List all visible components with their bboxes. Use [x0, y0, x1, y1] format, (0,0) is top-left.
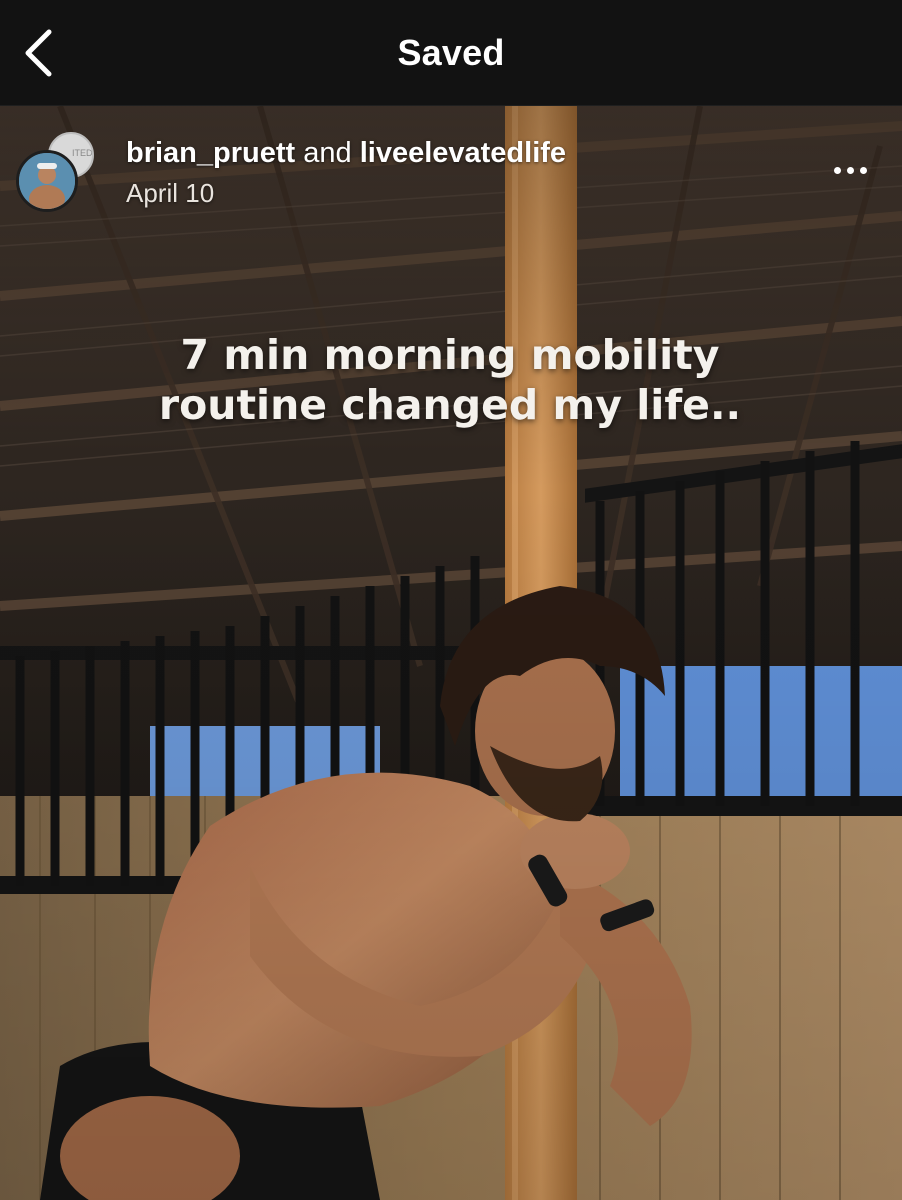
post-authors: brian_pruett and liveelevatedlife [126, 136, 566, 170]
more-horizontal-icon [833, 166, 867, 174]
more-options-button[interactable] [822, 148, 878, 192]
post-media[interactable] [0, 106, 902, 1200]
collaborator-username[interactable]: liveelevatedlife [360, 137, 566, 169]
back-button[interactable] [14, 24, 62, 82]
author-avatar[interactable] [16, 150, 78, 212]
top-navigation-bar: Saved [0, 0, 902, 106]
post-header: ITED brian_pruett and liveelevatedlife A… [0, 106, 902, 216]
collaborator-avatar-text: ITED [72, 148, 93, 158]
author-username[interactable]: brian_pruett [126, 137, 295, 169]
post-date: April 10 [126, 178, 215, 208]
avatar-stack[interactable]: ITED [14, 128, 98, 220]
caption-line-1: 7 min morning mobility [180, 331, 720, 379]
authors-conjunction: and [303, 137, 352, 169]
page-title: Saved [397, 31, 505, 73]
author-avatar-image [19, 153, 75, 209]
post-image [0, 106, 902, 1200]
caption-line-2: routine changed my life.. [158, 381, 742, 429]
chevron-left-icon [25, 29, 52, 77]
video-caption-overlay: 7 min morning mobility routine changed m… [100, 330, 800, 430]
